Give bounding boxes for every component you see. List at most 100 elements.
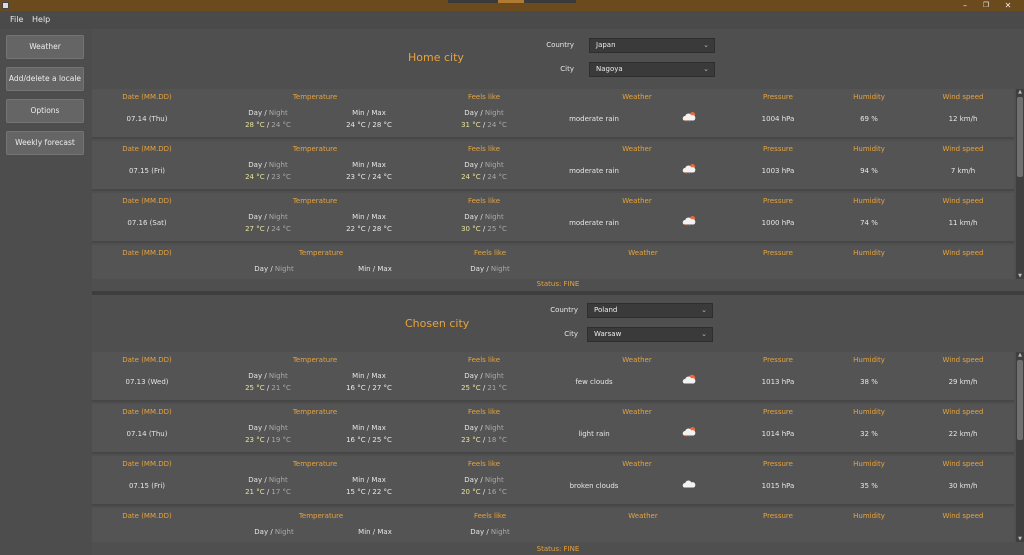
temp-label-slash: /	[262, 372, 269, 380]
row-pressure: 1014 hPa	[761, 430, 795, 438]
feels-label-slash: /	[478, 161, 485, 169]
row-temperature: 25 °C / 21 °C	[245, 384, 291, 392]
temp-day-night-label: Day / Night	[254, 265, 293, 273]
feels-label-slash: /	[484, 528, 491, 536]
header-wind-speed: Wind speed	[942, 145, 984, 153]
home-country-select[interactable]: Japan ⌄	[589, 38, 715, 53]
row-feels-like-night: 24 °C	[487, 121, 507, 129]
menu-help[interactable]: Help	[32, 15, 50, 24]
chosen-city-select[interactable]: Warsaw ⌄	[587, 327, 713, 342]
feels-label-day: Day	[464, 109, 479, 117]
chevron-down-icon: ⌄	[701, 306, 707, 314]
chevron-down-icon: ⌄	[703, 41, 709, 49]
row-temperature: 28 °C / 24 °C	[245, 121, 291, 129]
header-date: Date (MM.DD)	[122, 408, 172, 416]
chosen-country-value: Poland	[594, 306, 618, 314]
header-pressure: Pressure	[763, 356, 793, 364]
row-weather: light rain	[578, 430, 610, 438]
header-temperature: Temperature	[292, 145, 338, 153]
temp-label-night: Night	[268, 109, 288, 117]
header-temperature: Temperature	[292, 460, 338, 468]
temp-day-night-label: Day / Night	[248, 213, 287, 221]
row-min-max: 15 °C / 22 °C	[346, 488, 392, 496]
rain-icon	[681, 163, 697, 174]
close-icon[interactable]: ✕	[998, 0, 1018, 11]
weather-button[interactable]: Weather	[6, 35, 84, 59]
chevron-down-icon: ⌄	[703, 65, 709, 73]
feels-day-night-label: Day / Night	[464, 372, 503, 380]
header-wind-speed: Wind speed	[942, 408, 984, 416]
temp-label-day: Day	[248, 161, 263, 169]
temp-label-day: Day	[248, 109, 263, 117]
feels-label-day: Day	[464, 213, 479, 221]
feels-label-slash: /	[478, 372, 485, 380]
row-feels-like: 24 °C / 24 °C	[461, 173, 507, 181]
row-temperature: 21 °C / 17 °C	[245, 488, 291, 496]
menu-file[interactable]: File	[10, 15, 23, 24]
row-pressure: 1015 hPa	[761, 482, 795, 490]
header-feels-like: Feels like	[467, 356, 501, 364]
header-humidity: Humidity	[853, 249, 885, 257]
header-humidity: Humidity	[853, 408, 885, 416]
feels-label-day: Day	[470, 528, 485, 536]
scrollbar-thumb[interactable]	[1017, 97, 1023, 177]
header-wind-speed: Wind speed	[942, 356, 984, 364]
maximize-icon[interactable]: ❐	[976, 0, 996, 11]
feels-label-slash: /	[478, 213, 485, 221]
row-pressure: 1003 hPa	[761, 167, 795, 175]
temp-label-slash: /	[262, 213, 269, 221]
scroll-up-icon[interactable]: ▲	[1016, 89, 1024, 95]
home-country-label: Country	[546, 41, 574, 49]
row-temperature-day: 23 °C	[245, 436, 265, 444]
header-wind-speed: Wind speed	[942, 460, 984, 468]
minmax-label: Min / Max	[352, 161, 386, 169]
header-wind-speed: Wind speed	[942, 249, 984, 257]
row-date: 07.14 (Thu)	[126, 430, 168, 438]
header-feels-like: Feels like	[473, 249, 507, 257]
scroll-down-icon[interactable]: ▼	[1016, 536, 1024, 542]
header-temperature: Temperature	[292, 197, 338, 205]
home-forecast-list: Date (MM.DD) Temperature Feels like Weather…	[92, 89, 1014, 279]
header-temperature: Temperature	[298, 512, 344, 520]
home-city-value: Nagoya	[596, 65, 623, 73]
row-temperature-day: 24 °C	[245, 173, 265, 181]
scroll-down-icon[interactable]: ▼	[1016, 273, 1024, 279]
header-temperature: Temperature	[292, 93, 338, 101]
header-humidity: Humidity	[853, 356, 885, 364]
row-humidity: 69 %	[860, 115, 878, 123]
row-wind-speed: 12 km/h	[948, 115, 978, 123]
feels-label-night: Night	[490, 265, 510, 273]
forecast-row: Date (MM.DD) Temperature Feels like Weather…	[92, 141, 1014, 191]
temp-label-day: Day	[248, 476, 263, 484]
minimize-icon[interactable]: –	[955, 0, 975, 11]
options-button[interactable]: Options	[6, 99, 84, 123]
header-temperature: Temperature	[292, 356, 338, 364]
row-feels-like-day: 25 °C	[461, 384, 481, 392]
header-weather: Weather	[622, 460, 652, 468]
header-date: Date (MM.DD)	[122, 512, 172, 520]
add-delete-locale-button[interactable]: Add/delete a locale	[6, 67, 84, 91]
broken-clouds-icon	[681, 478, 697, 489]
header-pressure: Pressure	[763, 145, 793, 153]
row-weather: moderate rain	[569, 167, 619, 175]
feels-label-night: Night	[484, 213, 504, 221]
rain-icon	[681, 111, 697, 122]
home-scrollbar[interactable]: ▲ ▼	[1016, 89, 1024, 279]
row-date: 07.14 (Thu)	[126, 115, 168, 123]
scrollbar-thumb[interactable]	[1017, 360, 1023, 440]
header-pressure: Pressure	[763, 197, 793, 205]
home-city-title: Home city	[408, 51, 464, 64]
chosen-scrollbar[interactable]: ▲ ▼	[1016, 352, 1024, 542]
forecast-row: Date (MM.DD) Temperature Feels like Weather…	[92, 245, 1014, 279]
temp-label-night: Night	[268, 213, 288, 221]
chosen-country-select[interactable]: Poland ⌄	[587, 303, 713, 318]
scroll-up-icon[interactable]: ▲	[1016, 352, 1024, 358]
header-date: Date (MM.DD)	[122, 145, 172, 153]
feels-label-night: Night	[484, 476, 504, 484]
sidebar: Weather Add/delete a locale Options Week…	[0, 29, 92, 555]
home-city-select[interactable]: Nagoya ⌄	[589, 62, 715, 77]
weekly-forecast-button[interactable]: Weekly forecast	[6, 131, 84, 155]
forecast-row: Date (MM.DD) Temperature Feels like Weather…	[92, 456, 1014, 506]
header-weather: Weather	[628, 249, 658, 257]
header-wind-speed: Wind speed	[942, 93, 984, 101]
